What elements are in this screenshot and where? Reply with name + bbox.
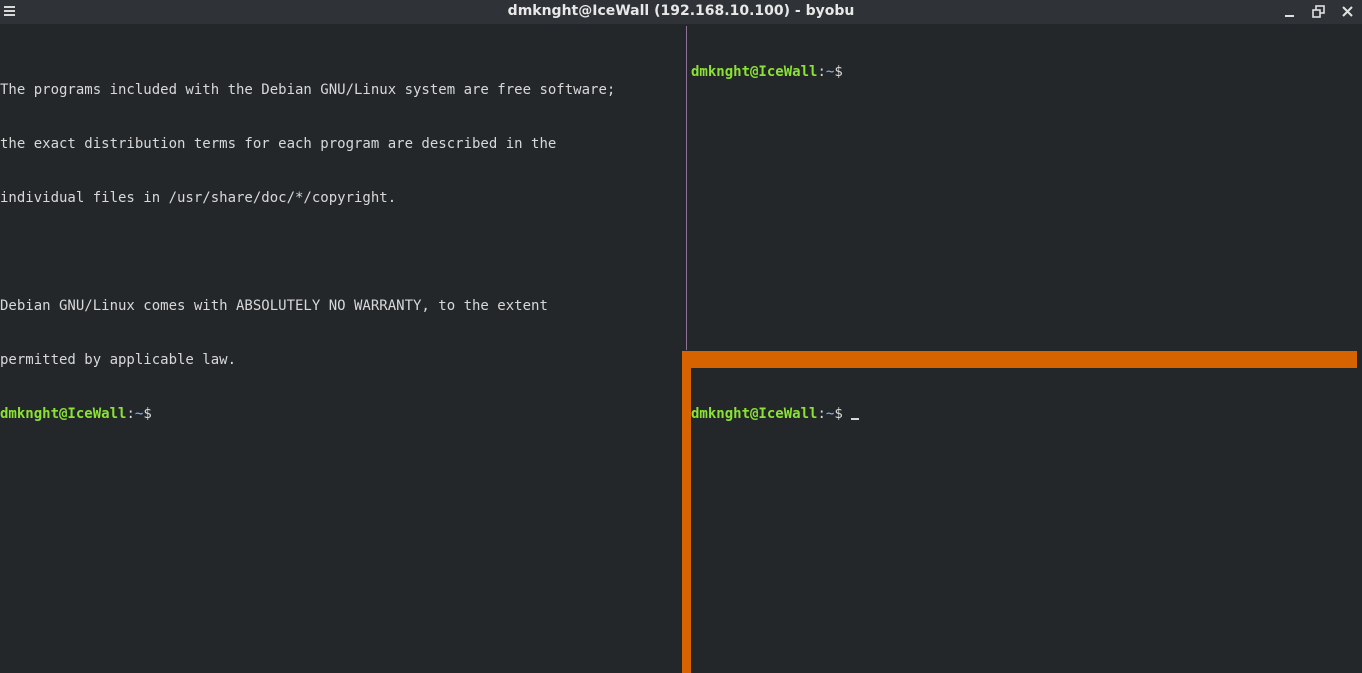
motd-line: the exact distribution terms for each pr…	[0, 136, 557, 152]
active-pane-border-top	[682, 351, 1357, 368]
window-title: dmknght@IceWall (192.168.10.100) - byobu	[507, 3, 855, 19]
shell-prompt[interactable]: dmknght@IceWall:~$	[691, 405, 1356, 423]
prompt-user: dmknght@IceWall	[0, 406, 127, 422]
motd-line	[0, 243, 682, 261]
window-titlebar[interactable]: dmknght@IceWall (192.168.10.100) - byobu	[0, 0, 1362, 24]
terminal-pane-top-right[interactable]: dmknght@IceWall:~$	[691, 27, 1356, 117]
terminal-pane-bottom-right-active[interactable]: dmknght@IceWall:~$	[691, 369, 1356, 459]
prompt-separator: :	[817, 64, 826, 80]
prompt-symbol: $	[834, 64, 843, 80]
restore-icon[interactable]	[1310, 3, 1328, 21]
prompt-symbol: $	[143, 406, 152, 422]
motd-line: permitted by applicable law.	[0, 352, 237, 368]
prompt-separator: :	[126, 406, 135, 422]
pane-divider[interactable]	[686, 26, 687, 350]
terminal-pane-left[interactable]: The programs included with the Debian GN…	[0, 45, 682, 459]
text-cursor	[851, 418, 860, 420]
shell-prompt: dmknght@IceWall:~$	[0, 405, 682, 423]
motd-line: individual files in /usr/share/doc/*/cop…	[0, 190, 397, 206]
terminal-area[interactable]: The programs included with the Debian GN…	[0, 26, 1362, 673]
shell-prompt: dmknght@IceWall:~$	[691, 63, 1356, 81]
active-pane-border-left	[682, 351, 691, 673]
motd-line: Debian GNU/Linux comes with ABSOLUTELY N…	[0, 298, 548, 314]
prompt-user: dmknght@IceWall	[691, 406, 818, 422]
prompt-user: dmknght@IceWall	[691, 64, 818, 80]
prompt-separator: :	[817, 406, 826, 422]
close-icon[interactable]	[1339, 3, 1357, 21]
minimize-icon[interactable]	[1281, 3, 1299, 21]
motd-line: The programs included with the Debian GN…	[0, 82, 616, 98]
prompt-symbol: $	[834, 406, 852, 422]
